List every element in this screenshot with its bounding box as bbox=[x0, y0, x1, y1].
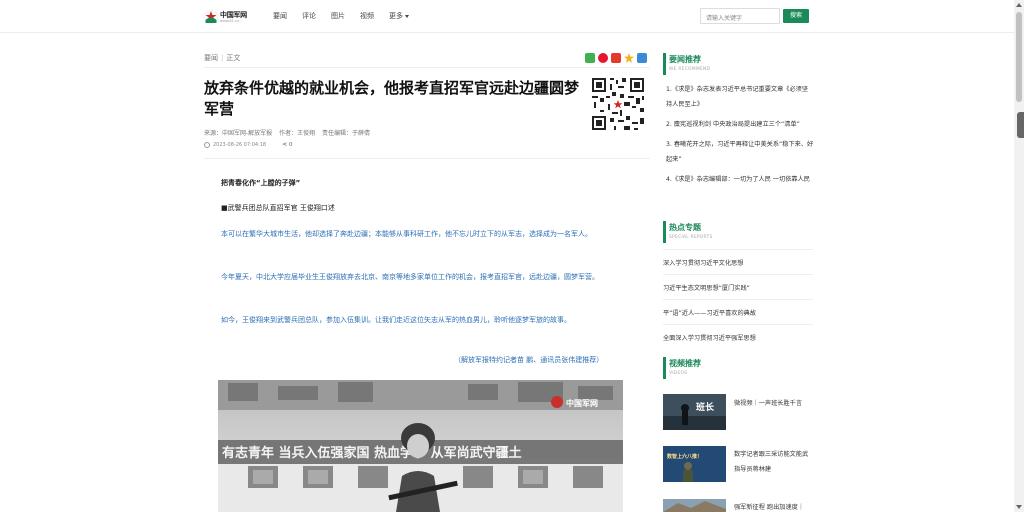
video-thumbnail-image bbox=[663, 499, 726, 512]
recommend-subtitle: WE RECOMMEND bbox=[669, 67, 711, 72]
article-paragraph: 如今，王俊翔来到武警兵团总队，参加入伍集训。让我们走近这位矢志从军的热血男儿，聆… bbox=[221, 316, 571, 324]
video-thumbnail-image: 数智上六八推！ bbox=[663, 446, 726, 482]
recommend-list: 1.《求是》杂志发表习近平总书记重要文章《必须坚持人民至上》 2. 麋宪巡视利剑… bbox=[666, 82, 814, 192]
recommend-item[interactable]: 1.《求是》杂志发表习近平总书记重要文章《必须坚持人民至上》 bbox=[666, 82, 814, 112]
breadcrumb-separator: | bbox=[221, 54, 224, 62]
hot-topic-item[interactable]: 习近平生态文明思想“厦门实践” bbox=[663, 283, 813, 292]
weibo-share-icon[interactable] bbox=[598, 53, 608, 63]
logo-subtext: www.81.cn bbox=[220, 19, 240, 23]
divider bbox=[204, 158, 650, 159]
article-editor: 责任编辑：于薛倩 bbox=[322, 130, 371, 137]
nav-item-news[interactable]: 要闻 bbox=[273, 11, 287, 21]
photo-illustration: 有志青年 当兵入伍强家国 热血学子 从军尚武守疆土 中国军网 bbox=[218, 380, 623, 512]
section-accent-bar bbox=[663, 221, 666, 243]
recommend-item[interactable]: 3. 春曦花开之际，习近平再释让中美关系“稳下来、好起来” bbox=[666, 137, 814, 167]
scroll-up-icon[interactable] bbox=[1016, 3, 1022, 7]
clock-icon bbox=[204, 141, 210, 148]
article-paragraph: 今年夏天，中北大学应届毕业生王俊翔放弃去北京、南京等地多家单位工作的机会，报考直… bbox=[221, 273, 599, 281]
video-thumb-caption: 数智上六八推！ bbox=[667, 453, 702, 460]
video-title[interactable]: 数字记者跟三采访能文能武指导员蒋林建 bbox=[734, 447, 814, 477]
page-scrollbar[interactable] bbox=[1014, 0, 1024, 512]
qr-code bbox=[590, 76, 646, 132]
breadcrumb-item-news[interactable]: 要闻 bbox=[204, 54, 218, 62]
pdf-icon[interactable] bbox=[611, 53, 621, 63]
section-accent-bar bbox=[663, 357, 666, 379]
article-byline: ■武警兵团总队直招军官 王俊翔口述 bbox=[221, 204, 335, 212]
hot-topic-item[interactable]: 平“语”近人——习近平喜欢的典故 bbox=[663, 308, 813, 317]
article-heading: 把青春化作“上膛的子弹” bbox=[221, 179, 301, 187]
recommend-title: 要闻推荐 bbox=[669, 55, 701, 64]
nav-item-more-label: 更多 bbox=[389, 12, 403, 20]
main-nav: 要闻 评论 图片 视频 更多 bbox=[273, 11, 424, 21]
divider bbox=[663, 299, 813, 300]
top-navigation-bar: 中国军网 www.81.cn 要闻 评论 图片 视频 更多 请输入关键字 搜索 bbox=[0, 0, 1024, 33]
divider bbox=[204, 67, 650, 68]
video-thumbnail[interactable]: 数智上六八推！ bbox=[663, 446, 726, 482]
breadcrumb-item-article: 正文 bbox=[226, 54, 241, 62]
nav-item-comment[interactable]: 评论 bbox=[302, 11, 316, 21]
search-input[interactable]: 请输入关键字 bbox=[700, 8, 780, 24]
videos-subtitle: VIDEOS bbox=[669, 371, 688, 376]
video-thumbnail[interactable] bbox=[663, 499, 726, 512]
search-button[interactable]: 搜索 bbox=[783, 9, 809, 23]
hot-topic-item[interactable]: 全面深入学习贯彻习近平强军思想 bbox=[663, 333, 813, 342]
hot-topics-title: 热点专题 bbox=[669, 223, 701, 232]
video-thumb-caption: 班长 bbox=[696, 401, 715, 413]
videos-title: 视频推荐 bbox=[669, 359, 701, 368]
scrollbar-thumb[interactable] bbox=[1016, 12, 1022, 102]
share-count: 0 bbox=[289, 141, 293, 148]
site-logo[interactable]: 中国军网 www.81.cn bbox=[204, 9, 256, 25]
favorite-star-icon[interactable] bbox=[624, 53, 634, 63]
divider bbox=[663, 274, 813, 275]
divider bbox=[663, 324, 813, 325]
recommend-item[interactable]: 2. 麋宪巡视利剑 中央政治局提出建立三个“清单” bbox=[666, 117, 814, 132]
chevron-down-icon bbox=[405, 14, 409, 18]
wechat-share-icon[interactable] bbox=[585, 53, 595, 63]
photo-banner: 有志青年 当兵入伍强家国 热血学子 从军尚武守疆土 bbox=[222, 445, 522, 461]
photo-watermark: 中国军网 bbox=[566, 398, 598, 408]
article-datetime: 2023-08-26 07:04:18 bbox=[213, 141, 267, 148]
article-title: 放弃条件优越的就业机会，他报考直招军官远赴边疆圆梦军营 bbox=[204, 79, 580, 118]
more-share-icon[interactable] bbox=[637, 53, 647, 63]
recommend-item[interactable]: 4.《求是》杂志编辑部：一切为了人民 一切依靠人民 bbox=[666, 172, 814, 187]
video-thumbnail[interactable]: 班长 bbox=[663, 394, 726, 430]
hot-topics-subtitle: SPECIAL REPORTS bbox=[669, 235, 713, 240]
article-meta-secondary: 2023-08-26 07:04:18 ⋖ 0 bbox=[204, 141, 292, 148]
nav-item-pictures[interactable]: 图片 bbox=[331, 11, 345, 21]
nav-item-more[interactable]: 更多 bbox=[389, 11, 409, 21]
article-meta: 来源：中国军网-解放军报 作者：王俊翔 责任编辑：于薛倩 bbox=[204, 128, 375, 137]
nav-item-video[interactable]: 视频 bbox=[360, 11, 374, 21]
logo-emblem-icon bbox=[204, 10, 218, 24]
hot-topic-item[interactable]: 深入学习贯彻习近平文化思想 bbox=[663, 258, 813, 267]
video-title[interactable]: 强军新征程 跑出加速度｜ bbox=[734, 500, 814, 512]
article-author: 作者：王俊翔 bbox=[279, 130, 316, 137]
divider bbox=[663, 249, 813, 250]
video-title[interactable]: 微视频｜一声班长胜千言 bbox=[734, 396, 814, 411]
share-icon[interactable]: ⋖ bbox=[282, 141, 287, 148]
share-bar bbox=[585, 53, 647, 63]
breadcrumb: 要闻 | 正文 bbox=[204, 53, 240, 63]
article-credit: （解放军报特约记者苗 鹏、通讯员张伟建推荐） bbox=[454, 356, 604, 364]
scroll-down-icon[interactable] bbox=[1016, 505, 1022, 509]
article-source: 来源：中国军网-解放军报 bbox=[204, 130, 273, 137]
article-photo: 有志青年 当兵入伍强家国 热血学子 从军尚武守疆土 中国军网 bbox=[218, 380, 623, 512]
video-thumbnail-image: 班长 bbox=[663, 394, 726, 430]
side-toolbar-tab[interactable] bbox=[1017, 112, 1024, 138]
section-accent-bar bbox=[663, 53, 666, 75]
article-paragraph: 本可以在繁华大城市生活，他却选择了奔赴边疆；本能够从事科研工作，他不忘儿时立下的… bbox=[221, 230, 592, 238]
